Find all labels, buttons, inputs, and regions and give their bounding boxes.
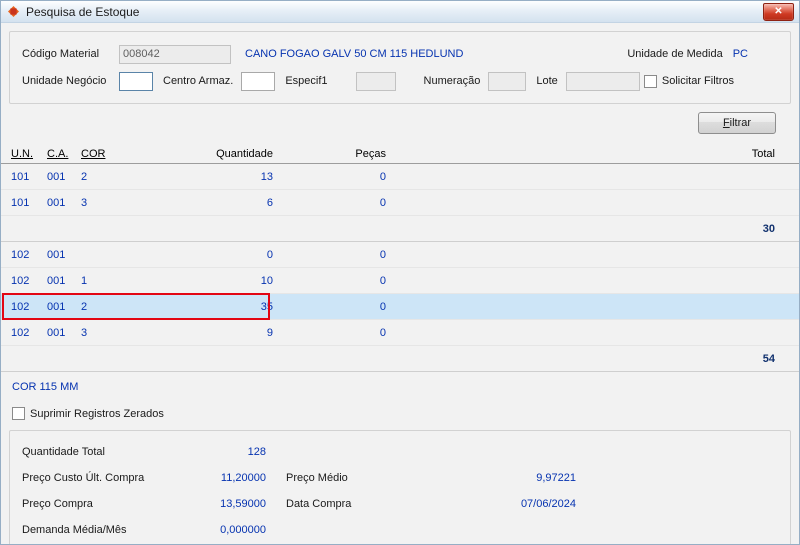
- cell-ca: 001: [47, 248, 66, 261]
- centro-armaz-input[interactable]: [241, 71, 276, 91]
- cell-cor: 3: [81, 196, 88, 209]
- unidade-medida-label: Unidade de Medida: [627, 48, 723, 60]
- header-quantidade: Quantidade: [216, 148, 273, 160]
- quantidade-total-label: Quantidade Total: [22, 446, 105, 458]
- cell-pecas: 0: [379, 274, 386, 287]
- table-row[interactable]: 102 001 1 10 0: [1, 268, 799, 294]
- button-row: Filtrar: [1, 112, 776, 134]
- preco-medio-label: Preço Médio: [286, 472, 348, 484]
- table-row[interactable]: 101 001 2 13 0: [1, 164, 799, 190]
- cell-total: 30: [762, 222, 775, 235]
- header-ca[interactable]: C.A.: [47, 148, 81, 160]
- cor-info-text: COR 115 MM: [12, 381, 79, 393]
- codigo-material-input[interactable]: [119, 44, 231, 64]
- cell-un: 101: [11, 196, 30, 209]
- summary-row-preco-compra: Preço Compra 13,59000 Data Compra 07/06/…: [22, 491, 790, 517]
- cell-quantidade: 13: [260, 170, 273, 183]
- table-body: 101 001 2 13 0 101 001 3 6 0 30 102 001 …: [1, 164, 799, 372]
- subtotal-row[interactable]: 30: [1, 216, 799, 242]
- filtrar-button-label: Filtrar: [722, 117, 752, 129]
- table-row-selected[interactable]: 102 001 2 35 0: [1, 293, 799, 320]
- quantidade-total-value: 128: [247, 446, 266, 458]
- especif1-label: Especif1: [285, 75, 328, 87]
- cell-quantidade: 6: [266, 196, 273, 209]
- cell-pecas: 0: [379, 170, 386, 183]
- cell-un: 102: [11, 274, 30, 287]
- filter-panel: Código Material CANO FOGAO GALV 50 CM 11…: [9, 31, 791, 104]
- suprimir-label: Suprimir Registros Zerados: [30, 407, 164, 420]
- cell-cor: 2: [81, 300, 88, 313]
- cell-cor: 1: [81, 274, 88, 287]
- cell-un: 102: [11, 326, 30, 339]
- unidade-negocio-label: Unidade Negócio: [22, 75, 107, 87]
- cell-quantidade: 9: [266, 326, 273, 339]
- cell-pecas: 0: [379, 326, 386, 339]
- subtotal-row[interactable]: 54: [1, 346, 799, 372]
- cell-un: 102: [11, 300, 30, 313]
- demanda-label: Demanda Média/Mês: [22, 524, 127, 536]
- table-row[interactable]: 102 001 3 9 0: [1, 320, 799, 346]
- material-description: CANO FOGAO GALV 50 CM 115 HEDLUND: [245, 48, 464, 60]
- preco-medio-value: 9,97221: [536, 472, 576, 484]
- header-un[interactable]: U.N.: [11, 148, 47, 160]
- cell-cor: 2: [81, 170, 88, 183]
- window-title-bar[interactable]: Pesquisa de Estoque ✕: [1, 1, 799, 23]
- summary-row-demanda: Demanda Média/Mês 0,000000: [22, 517, 790, 543]
- suprimir-checkbox[interactable]: [12, 407, 25, 420]
- preco-compra-value: 13,59000: [220, 498, 266, 510]
- filter-row-2: Unidade Negócio Centro Armaz. Especif1 N…: [22, 70, 780, 92]
- cell-ca: 001: [47, 196, 66, 209]
- cell-pecas: 0: [379, 300, 386, 313]
- cell-quantidade: 35: [260, 300, 273, 313]
- lote-label: Lote: [536, 75, 558, 87]
- cell-ca: 001: [47, 274, 66, 287]
- especif1-input[interactable]: [355, 71, 396, 91]
- unidade-negocio-input[interactable]: [119, 71, 153, 91]
- demanda-value: 0,000000: [220, 524, 266, 536]
- summary-row-preco-custo: Preço Custo Últ. Compra 11,20000 Preço M…: [22, 465, 790, 491]
- table-header-row: U.N. C.A. COR Quantidade Peças Total: [1, 145, 799, 164]
- lote-input[interactable]: [565, 71, 640, 91]
- cell-un: 102: [11, 248, 30, 261]
- preco-custo-label: Preço Custo Últ. Compra: [22, 472, 145, 484]
- solicitar-filtros-checkbox[interactable]: [643, 74, 657, 88]
- stock-table: U.N. C.A. COR Quantidade Peças Total 101…: [1, 145, 799, 372]
- table-row[interactable]: 101 001 3 6 0: [1, 190, 799, 216]
- filtrar-button[interactable]: Filtrar: [698, 112, 776, 134]
- preco-compra-label: Preço Compra: [22, 498, 93, 510]
- solicitar-filtros-label: Solicitar Filtros: [661, 75, 734, 87]
- numeracao-input[interactable]: [488, 71, 527, 91]
- unidade-medida-group: Unidade de Medida PC: [627, 48, 748, 60]
- suprimir-group: Suprimir Registros Zerados: [12, 407, 799, 420]
- cell-cor: 3: [81, 326, 88, 339]
- numeracao-label: Numeração: [423, 75, 481, 87]
- cell-pecas: 0: [379, 196, 386, 209]
- cell-un: 101: [11, 170, 30, 183]
- unidade-medida-value: PC: [732, 48, 748, 60]
- summary-row-quantidade: Quantidade Total 128: [22, 439, 790, 465]
- summary-panel: Quantidade Total 128 Preço Custo Últ. Co…: [9, 430, 791, 544]
- header-pecas: Peças: [355, 148, 386, 160]
- cell-pecas: 0: [379, 248, 386, 261]
- header-cor[interactable]: COR: [81, 148, 139, 160]
- preco-custo-value: 11,20000: [220, 472, 266, 484]
- app-icon: [7, 5, 20, 18]
- cell-ca: 001: [47, 326, 66, 339]
- stock-search-dialog: Pesquisa de Estoque ✕ Código Material CA…: [0, 0, 800, 545]
- centro-armaz-label: Centro Armaz.: [163, 75, 234, 87]
- filter-row-1: Código Material CANO FOGAO GALV 50 CM 11…: [22, 43, 780, 65]
- window-title: Pesquisa de Estoque: [26, 4, 140, 19]
- cell-total: 54: [762, 352, 775, 365]
- cell-quantidade: 10: [260, 274, 273, 287]
- close-button[interactable]: ✕: [763, 3, 794, 21]
- data-compra-label: Data Compra: [286, 498, 352, 510]
- codigo-material-label: Código Material: [22, 48, 100, 60]
- header-total: Total: [751, 148, 775, 160]
- solicitar-filtros-group: Solicitar Filtros: [643, 74, 734, 88]
- cell-quantidade: 0: [266, 248, 273, 261]
- cell-ca: 001: [47, 300, 66, 313]
- cell-ca: 001: [47, 170, 66, 183]
- table-row[interactable]: 102 001 0 0: [1, 242, 799, 268]
- data-compra-value: 07/06/2024: [520, 498, 576, 510]
